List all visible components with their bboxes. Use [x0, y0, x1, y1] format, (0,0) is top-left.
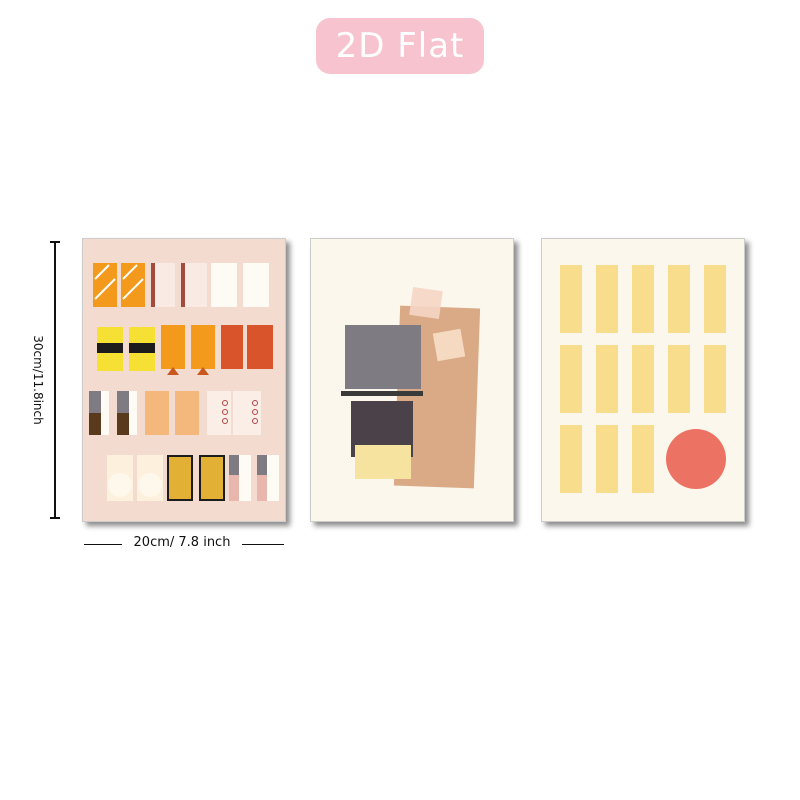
poster-1-artwork [89, 263, 279, 501]
thin-bar [181, 263, 185, 307]
peach-square [432, 328, 466, 362]
red-orange-block [247, 325, 273, 369]
dark-line [341, 391, 423, 396]
pink-square [409, 287, 443, 319]
peach-block [175, 391, 199, 435]
pale-block [185, 263, 207, 307]
orange-block [161, 325, 185, 369]
white-block [211, 263, 237, 307]
white-block [243, 263, 269, 307]
width-dimension-line-left [84, 544, 122, 545]
poster-2-artwork [341, 287, 481, 489]
orange-block [191, 325, 215, 369]
width-dimension-label: 20cm/ 7.8 inch [133, 535, 231, 550]
grey-square [345, 325, 421, 389]
style-badge-label: 2D Flat [335, 26, 465, 66]
width-dimension-line-right [242, 544, 284, 545]
height-dimension-line [50, 241, 60, 519]
poster-abstract-collage [310, 238, 514, 522]
red-orange-block [221, 325, 243, 369]
coral-circle [666, 429, 726, 489]
poster-yellow-grid [541, 238, 745, 522]
peach-block [145, 391, 169, 435]
thin-bar [151, 263, 155, 307]
poster-3-artwork [560, 265, 726, 493]
poster-geometric-blocks [82, 238, 286, 522]
cream-rect [355, 445, 411, 479]
pale-block [155, 263, 175, 307]
style-badge: 2D Flat [316, 18, 484, 74]
